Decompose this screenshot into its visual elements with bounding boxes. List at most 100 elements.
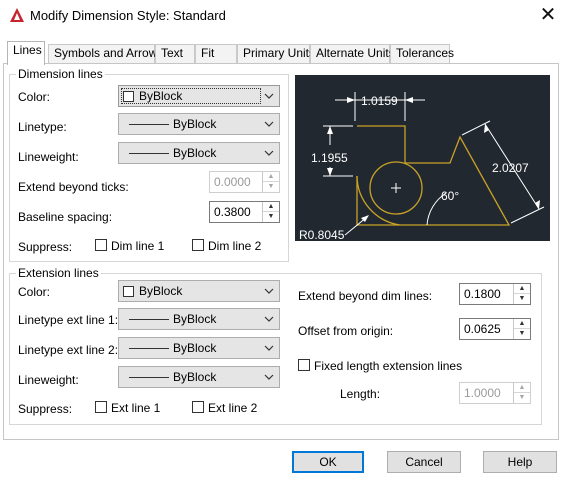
color-swatch	[123, 286, 134, 297]
linetype-ext-2-label: Linetype ext line 2:	[18, 343, 119, 357]
preview-drawing: 1.0159 1.1955 2.0207 60° R0.8045	[299, 92, 545, 241]
length-label: Length:	[340, 387, 381, 401]
ext-lineweight-dropdown[interactable]: ByBlock	[118, 366, 280, 388]
spin-down-icon: ▼	[518, 394, 526, 401]
linetype-sample	[129, 124, 169, 125]
extension-lines-title: Extension lines	[16, 266, 101, 280]
spinner-buttons: ▲ ▼	[513, 383, 530, 403]
tab-symbols-and-arrows[interactable]: Symbols and Arrows	[48, 44, 163, 63]
spin-up-icon[interactable]: ▲	[514, 284, 530, 294]
color-swatch	[123, 91, 134, 102]
preview-angle: 60°	[441, 189, 459, 203]
dim-color-value: ByBlock	[139, 89, 183, 103]
chevron-down-icon	[264, 316, 274, 322]
linetype-ext-1-value: ByBlock	[173, 312, 217, 326]
ext-line-2-checkbox[interactable]	[192, 401, 204, 413]
preview-dim-left: 1.1955	[311, 151, 348, 165]
dim-linetype-dropdown[interactable]: ByBlock	[118, 113, 280, 135]
extend-beyond-label: Extend beyond dim lines:	[298, 289, 433, 303]
dim-line-1-label: Dim line 1	[111, 239, 165, 253]
spin-down-icon: ▼	[267, 183, 275, 190]
linetype-sample	[129, 319, 169, 320]
tab-fit[interactable]: Fit	[195, 44, 237, 63]
extend-ticks-spinner: 0.0000 ▲ ▼	[209, 171, 280, 193]
dim-lineweight-label: Lineweight:	[18, 150, 79, 164]
tab-alternate-units[interactable]: Alternate Units	[310, 44, 395, 63]
tab-tolerances[interactable]: Tolerances	[390, 44, 454, 63]
linetype-ext-1-label: Linetype ext line 1:	[18, 313, 119, 327]
dim-lineweight-value: ByBlock	[173, 146, 217, 160]
spinner-buttons: ▲ ▼	[262, 172, 279, 192]
help-button[interactable]: Help	[483, 451, 557, 473]
spin-down-icon[interactable]: ▼	[263, 212, 279, 222]
spinner-buttons: ▲ ▼	[262, 202, 279, 222]
chevron-down-icon	[264, 121, 274, 127]
autocad-icon	[10, 8, 24, 22]
ext-lineweight-label: Lineweight:	[18, 373, 79, 387]
dim-color-dropdown[interactable]: ByBlock	[118, 85, 280, 107]
dim-line-2-label: Dim line 2	[208, 239, 262, 253]
tab-text[interactable]: Text	[155, 44, 195, 63]
linetype-ext-1-dropdown[interactable]: ByBlock	[118, 308, 280, 330]
preview-dim-right: 2.0207	[492, 161, 529, 175]
ext-color-label: Color:	[18, 285, 51, 299]
cancel-button[interactable]: Cancel	[387, 451, 461, 473]
length-spinner: 1.0000 ▲ ▼	[459, 382, 531, 404]
offset-origin-value: 0.0625	[464, 322, 501, 336]
lineweight-sample	[129, 153, 169, 154]
lineweight-sample	[129, 377, 169, 378]
title-bar: Modify Dimension Style: Standard ✕	[0, 0, 567, 30]
dim-linetype-label: Linetype:	[18, 120, 67, 134]
dim-lineweight-dropdown[interactable]: ByBlock	[118, 142, 280, 164]
spin-up-icon[interactable]: ▲	[514, 319, 530, 329]
preview-radius: R0.8045	[299, 228, 345, 241]
dimension-preview: 1.0159 1.1955 2.0207 60° R0.8045	[295, 75, 550, 241]
close-icon[interactable]: ✕	[535, 3, 561, 27]
chevron-down-icon	[264, 93, 274, 99]
spin-down-icon[interactable]: ▼	[514, 294, 530, 304]
length-value: 1.0000	[464, 386, 501, 400]
extend-beyond-spinner[interactable]: 0.1800 ▲ ▼	[459, 283, 531, 305]
linetype-sample	[129, 348, 169, 349]
spin-up-icon: ▲	[514, 383, 530, 393]
baseline-spacing-label: Baseline spacing:	[18, 210, 113, 224]
fixed-length-checkbox[interactable]	[298, 359, 310, 371]
spin-up-icon[interactable]: ▲	[263, 202, 279, 212]
tab-lines[interactable]: Lines	[7, 41, 45, 65]
ext-lineweight-value: ByBlock	[173, 370, 217, 384]
fixed-length-label: Fixed length extension lines	[314, 359, 463, 373]
baseline-spacing-spinner[interactable]: 0.3800 ▲ ▼	[209, 201, 280, 223]
dim-line-1-checkbox[interactable]	[95, 239, 107, 251]
ext-color-dropdown[interactable]: ByBlock	[118, 280, 280, 302]
ext-line-1-label: Ext line 1	[111, 401, 161, 415]
spin-up-icon: ▲	[263, 172, 279, 182]
preview-dim-top: 1.0159	[361, 94, 398, 108]
chevron-down-icon	[264, 288, 274, 294]
baseline-spacing-value: 0.3800	[214, 205, 251, 219]
ext-color-value: ByBlock	[139, 284, 183, 298]
extend-ticks-label: Extend beyond ticks:	[18, 180, 129, 194]
spin-down-icon[interactable]: ▼	[514, 329, 530, 339]
offset-origin-spinner[interactable]: 0.0625 ▲ ▼	[459, 318, 531, 340]
dim-color-label: Color:	[18, 90, 51, 104]
chevron-down-icon	[264, 345, 274, 351]
window-title: Modify Dimension Style: Standard	[30, 8, 226, 23]
dimension-lines-title: Dimension lines	[16, 67, 105, 81]
dim-suppress-label: Suppress:	[18, 240, 73, 254]
linetype-ext-2-dropdown[interactable]: ByBlock	[118, 337, 280, 359]
extend-ticks-value: 0.0000	[214, 175, 251, 189]
spinner-buttons: ▲ ▼	[513, 319, 530, 339]
spinner-buttons: ▲ ▼	[513, 284, 530, 304]
ext-line-1-checkbox[interactable]	[95, 401, 107, 413]
dim-line-2-checkbox[interactable]	[192, 239, 204, 251]
ext-suppress-label: Suppress:	[18, 402, 73, 416]
preview-shape-outline	[356, 125, 511, 226]
ext-line-2-label: Ext line 2	[208, 401, 258, 415]
linetype-ext-2-value: ByBlock	[173, 341, 217, 355]
ok-button[interactable]: OK	[292, 451, 364, 473]
chevron-down-icon	[264, 374, 274, 380]
chevron-down-icon	[264, 150, 274, 156]
dim-linetype-value: ByBlock	[173, 117, 217, 131]
extend-beyond-value: 0.1800	[464, 287, 501, 301]
tab-primary-units[interactable]: Primary Units	[237, 44, 315, 63]
